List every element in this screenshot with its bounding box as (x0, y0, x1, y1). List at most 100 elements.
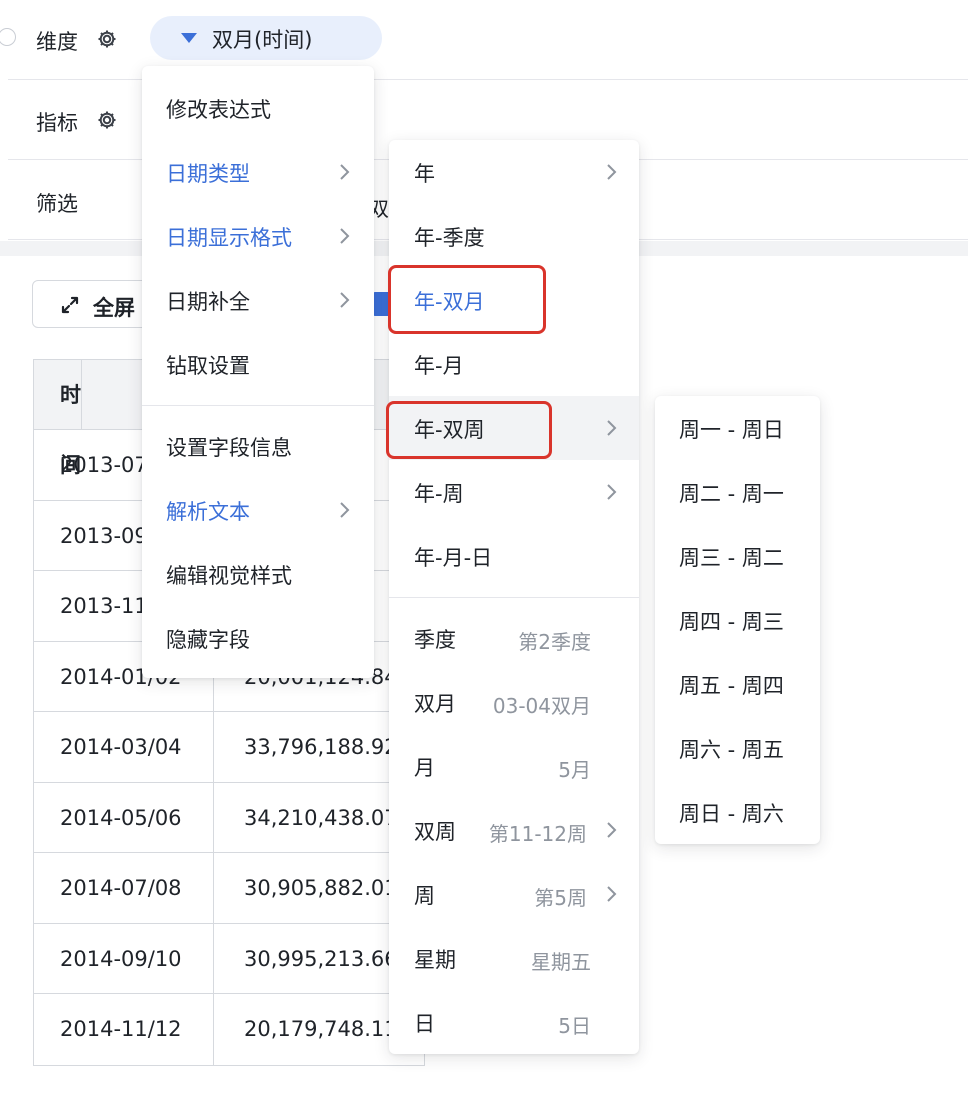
metric-gear-icon[interactable] (96, 109, 118, 131)
granularity-bimonth[interactable]: 双月 03-04双月 (389, 670, 639, 734)
week-start-option[interactable]: 周四 - 周三 (655, 588, 820, 652)
menu-item-field-info[interactable]: 设置字段信息 (142, 414, 374, 478)
granularity-example: 第2季度 (518, 630, 591, 654)
menu-item-label: 周一 - 周日 (679, 418, 784, 442)
chevron-right-icon (606, 483, 618, 501)
menu-divider (142, 405, 374, 406)
highlight-box-year-bimonth (388, 265, 546, 334)
granularity-label: 双月 (414, 692, 456, 716)
menu-item-label: 日期显示格式 (166, 226, 292, 250)
panel-collapse-handle[interactable] (0, 28, 16, 46)
menu-item-label: 解析文本 (166, 500, 250, 524)
granularity-label: 季度 (414, 628, 456, 652)
menu-item-hide-field[interactable]: 隐藏字段 (142, 606, 374, 670)
menu-item-label: 年-季度 (414, 226, 485, 250)
granularity-example: 第11-12周 (488, 822, 587, 846)
chevron-right-icon (339, 291, 351, 309)
menu-item-label: 年-月 (414, 354, 464, 378)
field-context-menu: 修改表达式 日期类型 日期显示格式 日期补全 钻取设置 设置字段信息 解析文本 … (142, 66, 374, 678)
date-type-year-week[interactable]: 年-周 (389, 460, 639, 524)
granularity-example: 第5周 (534, 886, 587, 910)
chevron-right-icon (606, 885, 618, 903)
chevron-right-icon (606, 821, 618, 839)
menu-item-label: 设置字段信息 (166, 436, 292, 460)
cell-time: 2014-05/06 (34, 782, 214, 852)
dimension-field-label: 双月(时间) (212, 28, 313, 52)
metric-label: 指标 (36, 111, 78, 135)
chevron-right-icon (606, 419, 618, 437)
menu-item-label: 周三 - 周二 (679, 546, 784, 570)
granularity-day[interactable]: 日 5日 (389, 990, 639, 1054)
date-type-year[interactable]: 年 (389, 140, 639, 204)
checkbox-peek[interactable] (372, 292, 388, 316)
dimension-field-chip[interactable]: 双月(时间) (150, 16, 382, 60)
chevron-right-icon (339, 227, 351, 245)
menu-divider (389, 597, 639, 598)
menu-item-label: 周六 - 周五 (679, 738, 784, 762)
menu-item-label: 周五 - 周四 (679, 674, 784, 698)
table-row: 2014-09/10 30,995,213.66 (34, 923, 424, 994)
date-type-year-month[interactable]: 年-月 (389, 332, 639, 396)
week-start-option[interactable]: 周二 - 周一 (655, 460, 820, 524)
granularity-label: 月 (414, 756, 435, 780)
table-row: 2014-05/06 34,210,438.07 (34, 782, 424, 853)
menu-item-label: 周二 - 周一 (679, 482, 784, 506)
caret-down-icon (181, 33, 197, 43)
week-start-option[interactable]: 周五 - 周四 (655, 652, 820, 716)
granularity-label: 日 (414, 1012, 435, 1036)
cell-time: 2014-07/08 (34, 853, 214, 923)
column-header-time[interactable]: 时间 (34, 360, 82, 477)
menu-item-label: 周日 - 周六 (679, 802, 784, 826)
table-row: 2014-03/04 33,796,188.92 (34, 712, 424, 783)
week-start-submenu: 周一 - 周日 周二 - 周一 周三 - 周二 周四 - 周三 周五 - 周四 … (655, 396, 820, 844)
granularity-example: 5月 (558, 758, 591, 782)
date-type-year-quarter[interactable]: 年-季度 (389, 204, 639, 268)
cell-time: 2014-11/12 (34, 994, 214, 1065)
menu-item-date-format[interactable]: 日期显示格式 (142, 204, 374, 268)
chevron-right-icon (339, 163, 351, 181)
table-row: 2014-07/08 30,905,882.01 (34, 853, 424, 924)
table-row: 2014-11/12 20,179,748.11 (34, 994, 424, 1065)
granularity-label: 双周 (414, 820, 456, 844)
granularity-month[interactable]: 月 5月 (389, 734, 639, 798)
menu-item-label: 修改表达式 (166, 98, 271, 122)
granularity-example: 5日 (558, 1014, 591, 1038)
chevron-right-icon (339, 501, 351, 519)
dimension-label: 维度 (36, 30, 78, 54)
granularity-weekday[interactable]: 星期 星期五 (389, 926, 639, 990)
granularity-example: 星期五 (531, 950, 591, 974)
menu-item-date-fill[interactable]: 日期补全 (142, 268, 374, 332)
dimension-gear-icon[interactable] (96, 28, 118, 50)
filter-label: 筛选 (36, 192, 78, 216)
menu-item-label: 周四 - 周三 (679, 610, 784, 634)
granularity-quarter[interactable]: 季度 第2季度 (389, 606, 639, 670)
date-type-year-month-day[interactable]: 年-月-日 (389, 524, 639, 588)
granularity-label: 星期 (414, 948, 456, 972)
menu-item-label: 年 (414, 162, 435, 186)
chevron-right-icon (606, 163, 618, 181)
menu-item-label: 编辑视觉样式 (166, 564, 292, 588)
menu-item-label: 年-周 (414, 482, 464, 506)
week-start-option[interactable]: 周日 - 周六 (655, 780, 820, 844)
menu-item-label: 日期类型 (166, 162, 250, 186)
highlight-box-year-biweek (386, 401, 552, 459)
week-start-option[interactable]: 周一 - 周日 (655, 396, 820, 460)
menu-item-label: 年-月-日 (414, 546, 493, 570)
menu-item-label: 隐藏字段 (166, 628, 250, 652)
menu-item-parse-text[interactable]: 解析文本 (142, 478, 374, 542)
fullscreen-label: 全屏 (93, 296, 135, 320)
cell-time: 2014-03/04 (34, 712, 214, 782)
week-start-option[interactable]: 周六 - 周五 (655, 716, 820, 780)
menu-item-label: 日期补全 (166, 290, 250, 314)
granularity-example: 03-04双月 (492, 694, 591, 718)
menu-item-label: 钻取设置 (166, 354, 250, 378)
granularity-week[interactable]: 周 第5周 (389, 862, 639, 926)
week-start-option[interactable]: 周三 - 周二 (655, 524, 820, 588)
menu-item-drill-settings[interactable]: 钻取设置 (142, 332, 374, 396)
menu-item-visual-style[interactable]: 编辑视觉样式 (142, 542, 374, 606)
menu-item-edit-expression[interactable]: 修改表达式 (142, 76, 374, 140)
expand-icon (59, 294, 81, 316)
menu-item-date-type[interactable]: 日期类型 (142, 140, 374, 204)
granularity-biweek[interactable]: 双周 第11-12周 (389, 798, 639, 862)
cell-time: 2014-09/10 (34, 923, 214, 993)
